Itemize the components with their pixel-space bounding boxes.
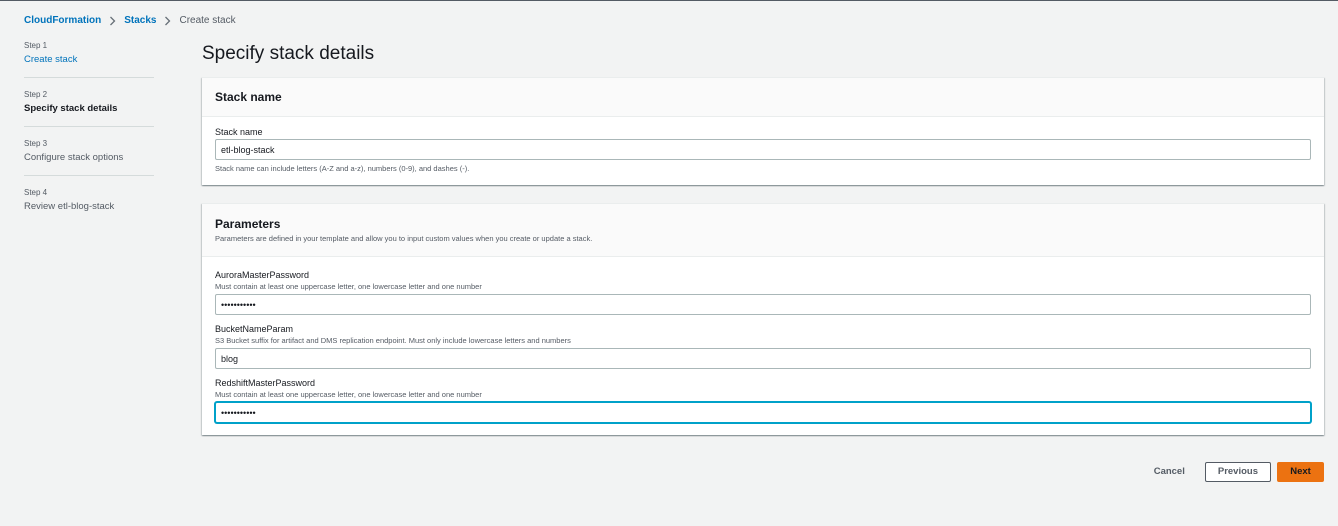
param-bucket-name: BucketNameParam S3 Bucket suffix for art… [215, 324, 1311, 369]
field-description: Must contain at least one uppercase lett… [215, 390, 482, 399]
step-label-current: Specify stack details [24, 103, 118, 114]
step-label: Configure stack options [24, 152, 124, 163]
panel-header: Stack name [202, 78, 1324, 117]
panel-body: Stack name Stack name can include letter… [202, 117, 1324, 185]
breadcrumb: CloudFormation Stacks Create stack [24, 15, 236, 26]
wizard-step-4: Step 4 Review etl-blog-stack [24, 188, 154, 224]
field-description: Must contain at least one uppercase lett… [215, 282, 482, 291]
wizard-step-3: Step 3 Configure stack options [24, 139, 154, 176]
panel-header: Parameters Parameters are defined in you… [202, 204, 1324, 257]
field-label: RedshiftMasterPassword [215, 378, 316, 388]
parameters-panel: Parameters Parameters are defined in you… [202, 203, 1324, 435]
wizard-step-2: Step 2 Specify stack details [24, 90, 154, 127]
field-hint: Stack name can include letters (A-Z and … [215, 164, 470, 173]
field-description: S3 Bucket suffix for artifact and DMS re… [215, 336, 571, 345]
step-number: Step 1 [24, 41, 48, 50]
param-redshift-master-password: RedshiftMasterPassword Must contain at l… [215, 378, 1311, 423]
panel-title: Stack name [215, 90, 282, 104]
step-link-create-stack[interactable]: Create stack [24, 54, 154, 65]
panel-title: Parameters [215, 217, 281, 231]
field-label: BucketNameParam [215, 324, 294, 334]
redshift-password-input[interactable] [215, 402, 1311, 423]
page-title: Specify stack details [202, 43, 375, 64]
breadcrumb-stacks[interactable]: Stacks [124, 15, 156, 26]
panel-description: Parameters are defined in your template … [215, 234, 593, 243]
step-number: Step 4 [24, 188, 48, 197]
cancel-button[interactable]: Cancel [1140, 461, 1199, 482]
next-button[interactable]: Next [1277, 461, 1324, 482]
chevron-right-icon [109, 16, 116, 26]
chevron-right-icon [164, 16, 171, 26]
stack-name-input[interactable] [215, 139, 1311, 160]
param-aurora-master-password: AuroraMasterPassword Must contain at lea… [215, 270, 1311, 315]
step-label: Review etl-blog-stack [24, 201, 115, 212]
field-label: Stack name [215, 127, 263, 137]
wizard-actions: Cancel Previous Next [1140, 461, 1324, 482]
bucket-name-input[interactable] [215, 348, 1311, 369]
wizard-step-1: Step 1 Create stack [24, 41, 154, 78]
step-number: Step 2 [24, 90, 48, 99]
previous-button[interactable]: Previous [1204, 461, 1271, 482]
panel-body: AuroraMasterPassword Must contain at lea… [202, 257, 1324, 435]
field-label: AuroraMasterPassword [215, 270, 310, 280]
stack-name-field: Stack name Stack name can include letter… [215, 127, 1311, 173]
aurora-password-input[interactable] [215, 294, 1311, 315]
breadcrumb-current: Create stack [179, 15, 236, 26]
stack-name-panel: Stack name Stack name Stack name can inc… [202, 77, 1324, 185]
wizard-steps: Step 1 Create stack Step 2 Specify stack… [24, 41, 154, 236]
step-number: Step 3 [24, 139, 48, 148]
breadcrumb-cloudformation[interactable]: CloudFormation [24, 15, 101, 26]
